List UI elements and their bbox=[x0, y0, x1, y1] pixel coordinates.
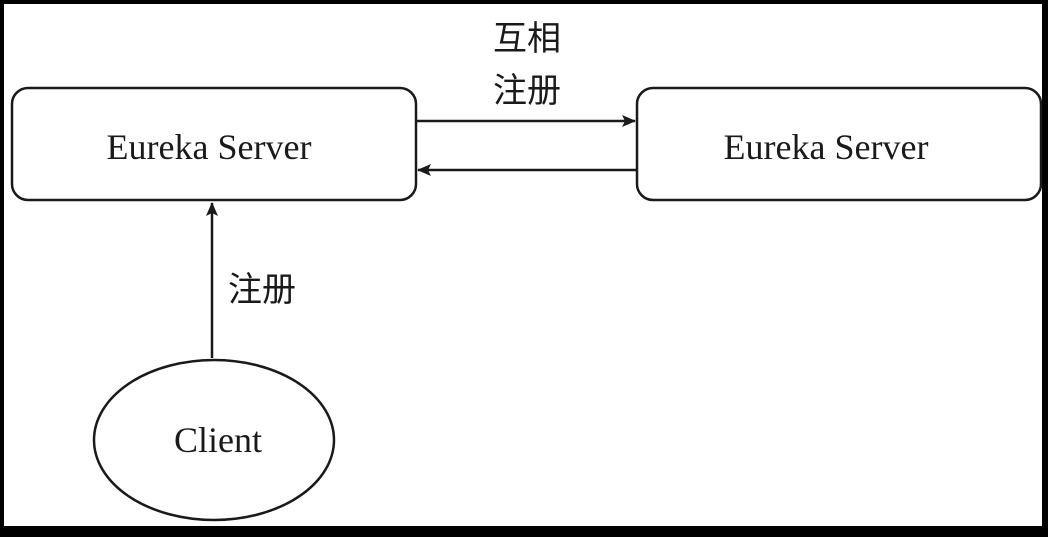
eureka-server-right-node: Eureka Server bbox=[635, 86, 1043, 202]
client-register-label: 注册 bbox=[228, 270, 296, 310]
diagram-frame: Eureka Server Eureka Server 互相 注册 Client… bbox=[0, 0, 1048, 532]
client-node: Client bbox=[92, 358, 336, 522]
mutual-register-label-line2: 注册 bbox=[493, 71, 561, 111]
eureka-server-right-label: Eureka Server bbox=[724, 127, 929, 167]
eureka-server-left-node: Eureka Server bbox=[10, 86, 418, 202]
eureka-server-left-label: Eureka Server bbox=[107, 127, 312, 167]
mutual-register-label-line1: 互相 bbox=[493, 19, 561, 59]
eureka-registration-diagram: Eureka Server Eureka Server 互相 注册 Client… bbox=[4, 4, 1043, 526]
client-label: Client bbox=[174, 420, 262, 460]
